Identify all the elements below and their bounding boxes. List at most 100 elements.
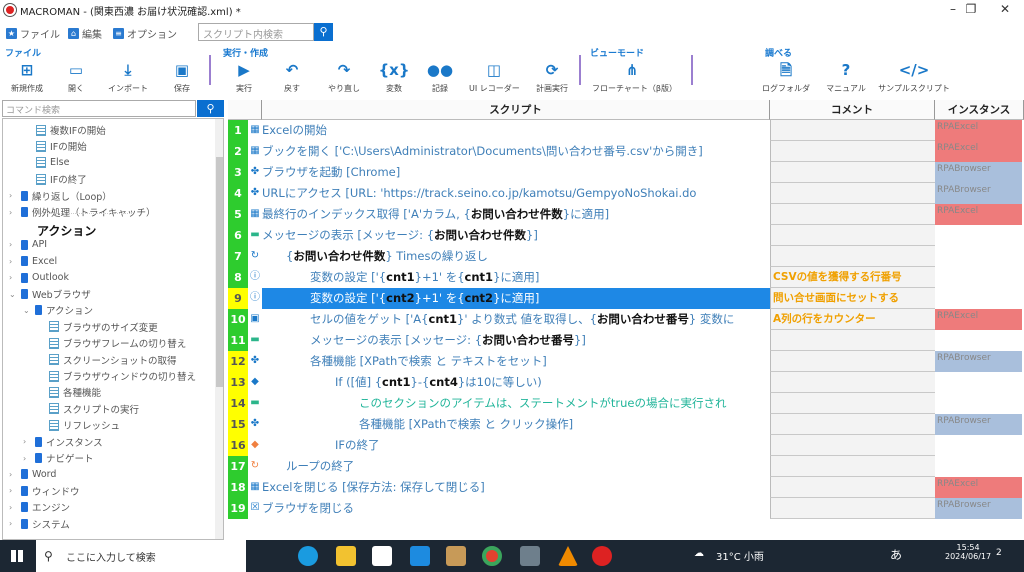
undo-button[interactable]: ↶ 戻す [267, 60, 317, 94]
script-row[interactable]: 9 ⓘ 変数の設定 ['{cnt2}+1' を{cnt2}に適用] 問い合せ画面にセッ… [228, 288, 1024, 309]
comment-cell[interactable] [770, 393, 935, 414]
comment-cell[interactable]: A列の行をカウンター [770, 309, 935, 330]
scrollbar-thumb[interactable] [216, 157, 223, 387]
script-row[interactable]: 2 ▦ ブックを開く ['C:\Users\Administrator\Docume… [228, 141, 1024, 162]
script-row[interactable]: 5 ▦ 最終行のインデックス取得 ['A'カラム, {お問い合わせ件数}に適用] RP… [228, 204, 1024, 225]
script-row[interactable]: 7 ↻ {お問い合わせ件数} Timesの繰り返し [228, 246, 1024, 267]
tree-item[interactable]: › ナビゲート [23, 450, 94, 466]
comment-cell[interactable] [770, 372, 935, 393]
comment-cell[interactable] [770, 414, 935, 435]
chevron-right-icon[interactable]: › [9, 273, 17, 282]
tree-item[interactable]: リフレッシュ [49, 417, 120, 433]
comment-cell[interactable] [770, 246, 935, 267]
schedule-button[interactable]: ⟳ 計画実行 [527, 60, 577, 94]
comment-cell[interactable] [770, 456, 935, 477]
taskbar-search[interactable]: ここに入力して検索 [36, 540, 246, 572]
script-row[interactable]: 6 ▬ メッセージの表示 [メッセージ: {お問い合わせ件数}] [228, 225, 1024, 246]
tree-item[interactable]: › エンジン [9, 499, 70, 515]
tree-item[interactable]: ブラウザフレームの切り替え [49, 335, 186, 351]
folder-button[interactable]: ▭ 開く [51, 60, 101, 94]
comment-cell[interactable] [770, 120, 935, 141]
tree-item[interactable]: IFの終了 [36, 171, 87, 187]
tree-scrollbar[interactable] [215, 119, 223, 539]
comment-cell[interactable] [770, 141, 935, 162]
tree-item[interactable]: スクリーンショットの取得 [49, 352, 177, 368]
script-row[interactable]: 8 ⓘ 変数の設定 ['{cnt1}+1' を{cnt1}に適用] CSVの値を獲得す… [228, 267, 1024, 288]
tree-item[interactable]: ⌄ アクション [23, 302, 93, 318]
menu-options[interactable]: ≡ オプション [113, 26, 177, 41]
script-row[interactable]: 12 ✤ 各種機能 [XPathで検索 と テキストをセット] RPABrowser [228, 351, 1024, 372]
script-row[interactable]: 19 ☒ ブラウザを閉じる RPABrowser [228, 498, 1024, 519]
chevron-right-icon[interactable]: › [9, 470, 17, 479]
new-file-button[interactable]: ⊞ 新規作成 [2, 60, 52, 94]
comment-cell[interactable] [770, 225, 935, 246]
tree-item[interactable]: › Outlook [9, 270, 69, 286]
close-button[interactable]: ✕ [988, 0, 1022, 20]
tree-item[interactable]: › Word [9, 466, 56, 482]
script-search-button[interactable]: ⚲ [314, 23, 333, 41]
script-search-input[interactable]: スクリプト内検索 [198, 23, 314, 41]
chevron-right-icon[interactable]: › [23, 454, 31, 463]
maximize-button[interactable]: ❐ [954, 0, 988, 20]
tree-item[interactable]: › 繰り返し（Loop） [9, 188, 112, 204]
script-row[interactable]: 10 ▣ セルの値をゲット ['A{cnt1}' より数式 値を取得し、{お問い合わ… [228, 309, 1024, 330]
script-row[interactable]: 4 ✤ URLにアクセス [URL: 'https://track.seino.co… [228, 183, 1024, 204]
menu-file[interactable]: ★ ファイル [6, 26, 60, 41]
script-row[interactable]: 11 ▬ メッセージの表示 [メッセージ: {お問い合わせ番号}] [228, 330, 1024, 351]
script-row[interactable]: 1 ▦ Excelの開始 RPAExcel [228, 120, 1024, 141]
chevron-right-icon[interactable]: › [9, 503, 17, 512]
tree-item[interactable]: › API [9, 237, 47, 253]
tree-item[interactable]: Else [36, 155, 69, 171]
chevron-right-icon[interactable]: › [9, 191, 17, 200]
chevron-right-icon[interactable]: › [9, 486, 17, 495]
windows-start-icon[interactable] [11, 550, 23, 562]
script-row[interactable]: 16 ◆ IFの終了 [228, 435, 1024, 456]
tree-item[interactable]: ブラウザのサイズ変更 [49, 319, 158, 335]
tree-item[interactable]: › ウィンドウ [9, 483, 80, 499]
weather[interactable]: 31°C 小雨 [716, 548, 764, 563]
tree-item[interactable]: › システム [9, 516, 70, 532]
script-row[interactable]: 14 ▬ このセクションのアイテムは、ステートメントがtrueの場合に実行され [228, 393, 1024, 414]
comment-cell[interactable] [770, 204, 935, 225]
menu-edit[interactable]: ⌂ 編集 [68, 26, 102, 41]
file-explorer-icon[interactable] [336, 546, 356, 566]
edge-icon[interactable] [298, 546, 318, 566]
comment-cell[interactable] [770, 498, 935, 519]
script-row[interactable]: 18 ▦ Excelを閉じる [保存方法: 保存して閉じる] RPAExcel [228, 477, 1024, 498]
chevron-right-icon[interactable]: › [9, 257, 17, 266]
chevron-right-icon[interactable]: › [9, 208, 17, 217]
paint-icon[interactable] [446, 546, 466, 566]
comment-cell[interactable] [770, 183, 935, 204]
ime-indicator[interactable]: あ [890, 546, 902, 563]
comment-cell[interactable] [770, 162, 935, 183]
tree-item[interactable]: 複数IFの開始 [36, 122, 106, 138]
comment-cell[interactable] [770, 477, 935, 498]
script-row[interactable]: 17 ↻ ループの終了 [228, 456, 1024, 477]
ui-recorder-button[interactable]: ◫ UI レコーダー [469, 60, 520, 94]
chevron-down-icon[interactable]: ⌄ [9, 290, 17, 299]
command-search-input[interactable]: コマンド検索 [2, 100, 196, 117]
notification-count[interactable]: 2 [996, 548, 1002, 558]
calculator-icon[interactable] [520, 546, 540, 566]
chevron-right-icon[interactable]: › [9, 240, 17, 249]
redo-button[interactable]: ↷ やり直し [319, 60, 369, 94]
flowchart-button[interactable]: ⋔ フローチャート（β版） [592, 60, 677, 94]
sample-script-button[interactable]: </> サンプルスクリプト [874, 60, 954, 94]
chrome-icon[interactable] [482, 546, 502, 566]
command-search-button[interactable]: ⚲ [197, 100, 224, 117]
variable-button[interactable]: {x} 変数 [369, 60, 419, 94]
comment-cell[interactable] [770, 351, 935, 372]
tree-item[interactable]: › インスタンス [23, 434, 103, 450]
comment-cell[interactable] [770, 435, 935, 456]
tree-item[interactable]: 各種機能 [49, 384, 101, 400]
mail-icon[interactable] [410, 546, 430, 566]
tree-item[interactable]: IFの開始 [36, 138, 87, 154]
comment-cell[interactable]: CSVの値を獲得する行番号 [770, 267, 935, 288]
tree-item[interactable]: › Excel [9, 253, 57, 269]
script-row[interactable]: 3 ✤ ブラウザを起動 [Chrome] RPABrowser [228, 162, 1024, 183]
chevron-right-icon[interactable]: › [9, 519, 17, 528]
save-button[interactable]: ▣ 保存 [157, 60, 207, 94]
chevron-down-icon[interactable]: ⌄ [23, 306, 31, 315]
play-button[interactable]: ▶ 実行 [219, 60, 269, 94]
tree-item[interactable]: ブラウザウィンドウの切り替え [49, 368, 196, 384]
